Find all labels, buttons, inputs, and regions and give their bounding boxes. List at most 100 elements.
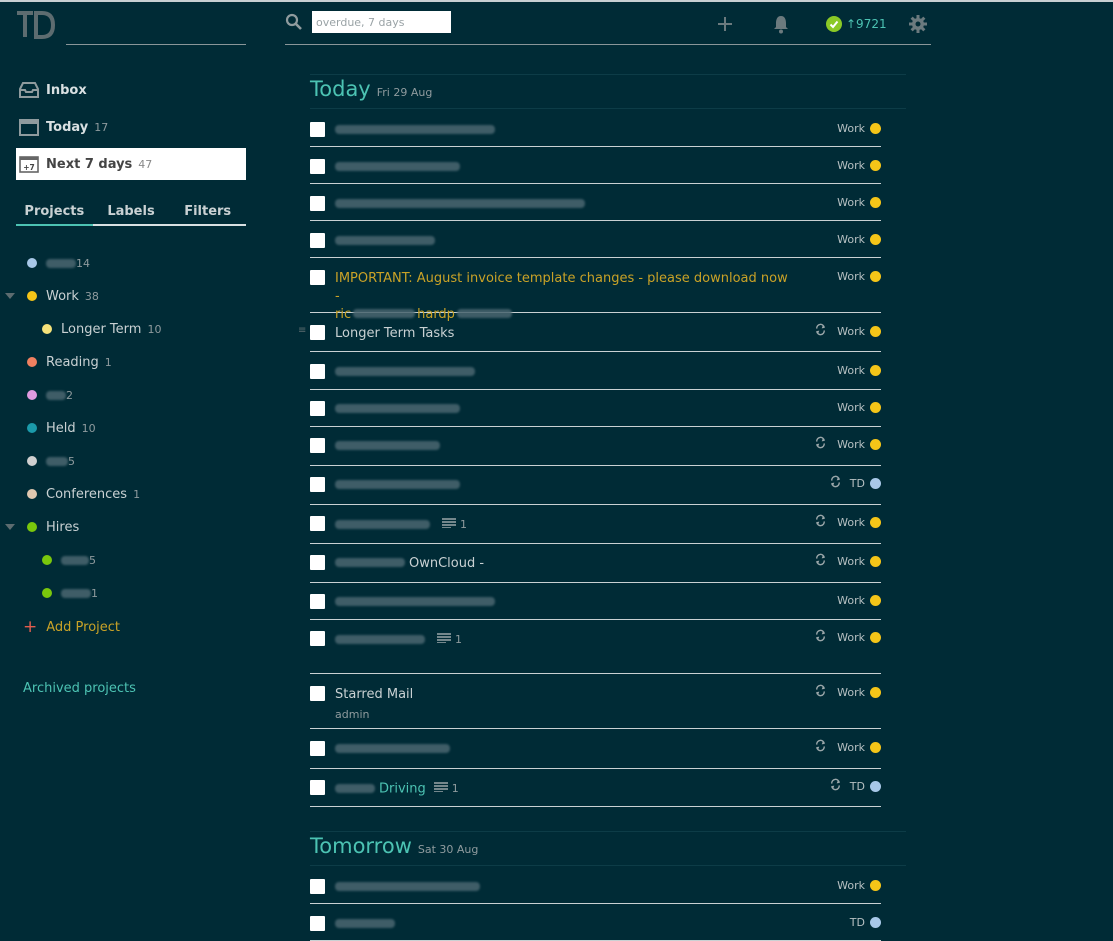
task-row[interactable]: TD [310,475,881,505]
task-checkbox[interactable] [310,516,325,531]
task-checkbox[interactable] [310,196,325,211]
project-item[interactable]: 2 [27,384,73,406]
task-project-label[interactable]: Work [837,364,881,377]
task-content[interactable] [335,364,795,382]
task-content[interactable] [335,879,795,897]
nav-inbox[interactable]: Inbox [16,74,246,106]
task-content[interactable] [335,438,795,456]
task-row[interactable]: Starred Mail admin Work [310,684,881,729]
task-content[interactable]: OwnCloud - [335,555,795,573]
task-checkbox[interactable] [310,686,325,701]
task-row[interactable]: 1 Work [310,514,881,544]
karma-indicator[interactable]: ↑9721 [826,16,887,32]
task-content[interactable] [335,741,795,759]
task-content[interactable]: Driving 1 [335,780,795,799]
project-item[interactable]: 1 [42,582,98,604]
project-item[interactable]: Held 10 [27,417,96,439]
task-checkbox[interactable] [310,401,325,416]
task-project-label[interactable]: Work [837,325,881,338]
task-content[interactable] [335,594,795,612]
task-checkbox[interactable] [310,325,325,340]
task-project-label[interactable]: Work [837,122,881,135]
task-checkbox[interactable] [310,916,325,931]
task-checkbox[interactable] [310,438,325,453]
task-row[interactable]: IMPORTANT: August invoice template chang… [310,270,881,322]
task-content[interactable]: Longer Term Tasks [335,325,795,343]
project-item[interactable]: Work 38 [5,285,99,307]
task-content[interactable] [335,122,795,140]
task-checkbox[interactable] [310,270,325,285]
project-item[interactable]: 5 [42,549,96,571]
task-content[interactable]: 1 [335,631,795,650]
task-project-label[interactable]: Work [837,686,881,699]
task-content[interactable] [335,196,795,214]
task-content[interactable] [335,233,795,251]
task-checkbox[interactable] [310,879,325,894]
task-row[interactable]: ≡ Longer Term Tasks Work [298,323,881,352]
task-project-label[interactable]: Work [837,159,881,172]
task-project-label[interactable]: Work [837,270,881,283]
add-task-icon[interactable] [716,15,734,33]
nav-today[interactable]: Today 17 [16,111,246,143]
task-project-label[interactable]: TD [850,477,881,490]
search-icon[interactable] [285,13,303,31]
task-project-label[interactable]: Work [837,516,881,529]
collapse-triangle-icon[interactable] [5,524,15,530]
archived-projects-link[interactable]: Archived projects [23,681,136,696]
task-row[interactable]: Work [310,233,881,258]
task-project-label[interactable]: TD [850,780,881,793]
notes-indicator[interactable]: 1 [437,631,462,649]
task-project-label[interactable]: Work [837,555,881,568]
task-checkbox[interactable] [310,364,325,379]
task-row[interactable]: TD [310,916,881,941]
bell-icon[interactable] [772,14,790,34]
task-checkbox[interactable] [310,780,325,795]
task-row[interactable]: OwnCloud - Work [310,553,881,583]
task-row[interactable]: Work [310,436,881,466]
task-row[interactable]: Driving 1 TD [310,778,881,807]
task-project-label[interactable]: Work [837,879,881,892]
collapse-triangle-icon[interactable] [5,293,15,299]
task-project-label[interactable]: Work [837,594,881,607]
notes-indicator[interactable]: 1 [433,780,459,798]
add-project-button[interactable]: + Add Project [23,619,120,636]
task-project-label[interactable]: Work [837,631,881,644]
task-checkbox[interactable] [310,631,325,646]
task-checkbox[interactable] [310,555,325,570]
drag-handle-icon[interactable]: ≡ [298,325,306,336]
task-row[interactable]: Work [310,196,881,221]
tab-projects[interactable]: Projects [16,202,93,226]
tab-filters[interactable]: Filters [169,202,246,224]
project-item[interactable]: Longer Term 10 [42,318,161,340]
task-content[interactable] [335,477,795,495]
task-content[interactable]: IMPORTANT: August invoice template chang… [335,270,795,324]
task-content[interactable]: Starred Mail admin [335,686,795,724]
task-project-label[interactable]: Work [837,401,881,414]
task-row[interactable]: Work [310,401,881,427]
project-item[interactable]: Conferences 1 [27,483,140,505]
task-checkbox[interactable] [310,122,325,137]
project-item[interactable]: Hires [5,516,85,538]
task-row[interactable]: Work [310,159,881,184]
task-row[interactable]: Work [310,364,881,390]
task-checkbox[interactable] [310,594,325,609]
task-row[interactable]: Work [310,879,881,904]
task-checkbox[interactable] [310,477,325,492]
task-checkbox[interactable] [310,233,325,248]
task-content[interactable] [335,401,795,419]
task-row[interactable]: Work [310,122,881,147]
task-project-label[interactable]: Work [837,741,881,754]
task-project-label[interactable]: Work [837,233,881,246]
gear-icon[interactable] [908,14,928,34]
task-content[interactable] [335,159,795,177]
task-project-label[interactable]: TD [850,916,881,929]
search-input[interactable] [312,11,451,33]
project-item[interactable]: 5 [27,450,75,472]
task-content[interactable]: 1 [335,516,795,535]
task-checkbox[interactable] [310,159,325,174]
app-logo[interactable] [16,10,56,40]
task-project-label[interactable]: Work [837,438,881,451]
task-checkbox[interactable] [310,741,325,756]
task-row[interactable]: Work [310,594,881,620]
notes-indicator[interactable]: 1 [442,516,467,534]
